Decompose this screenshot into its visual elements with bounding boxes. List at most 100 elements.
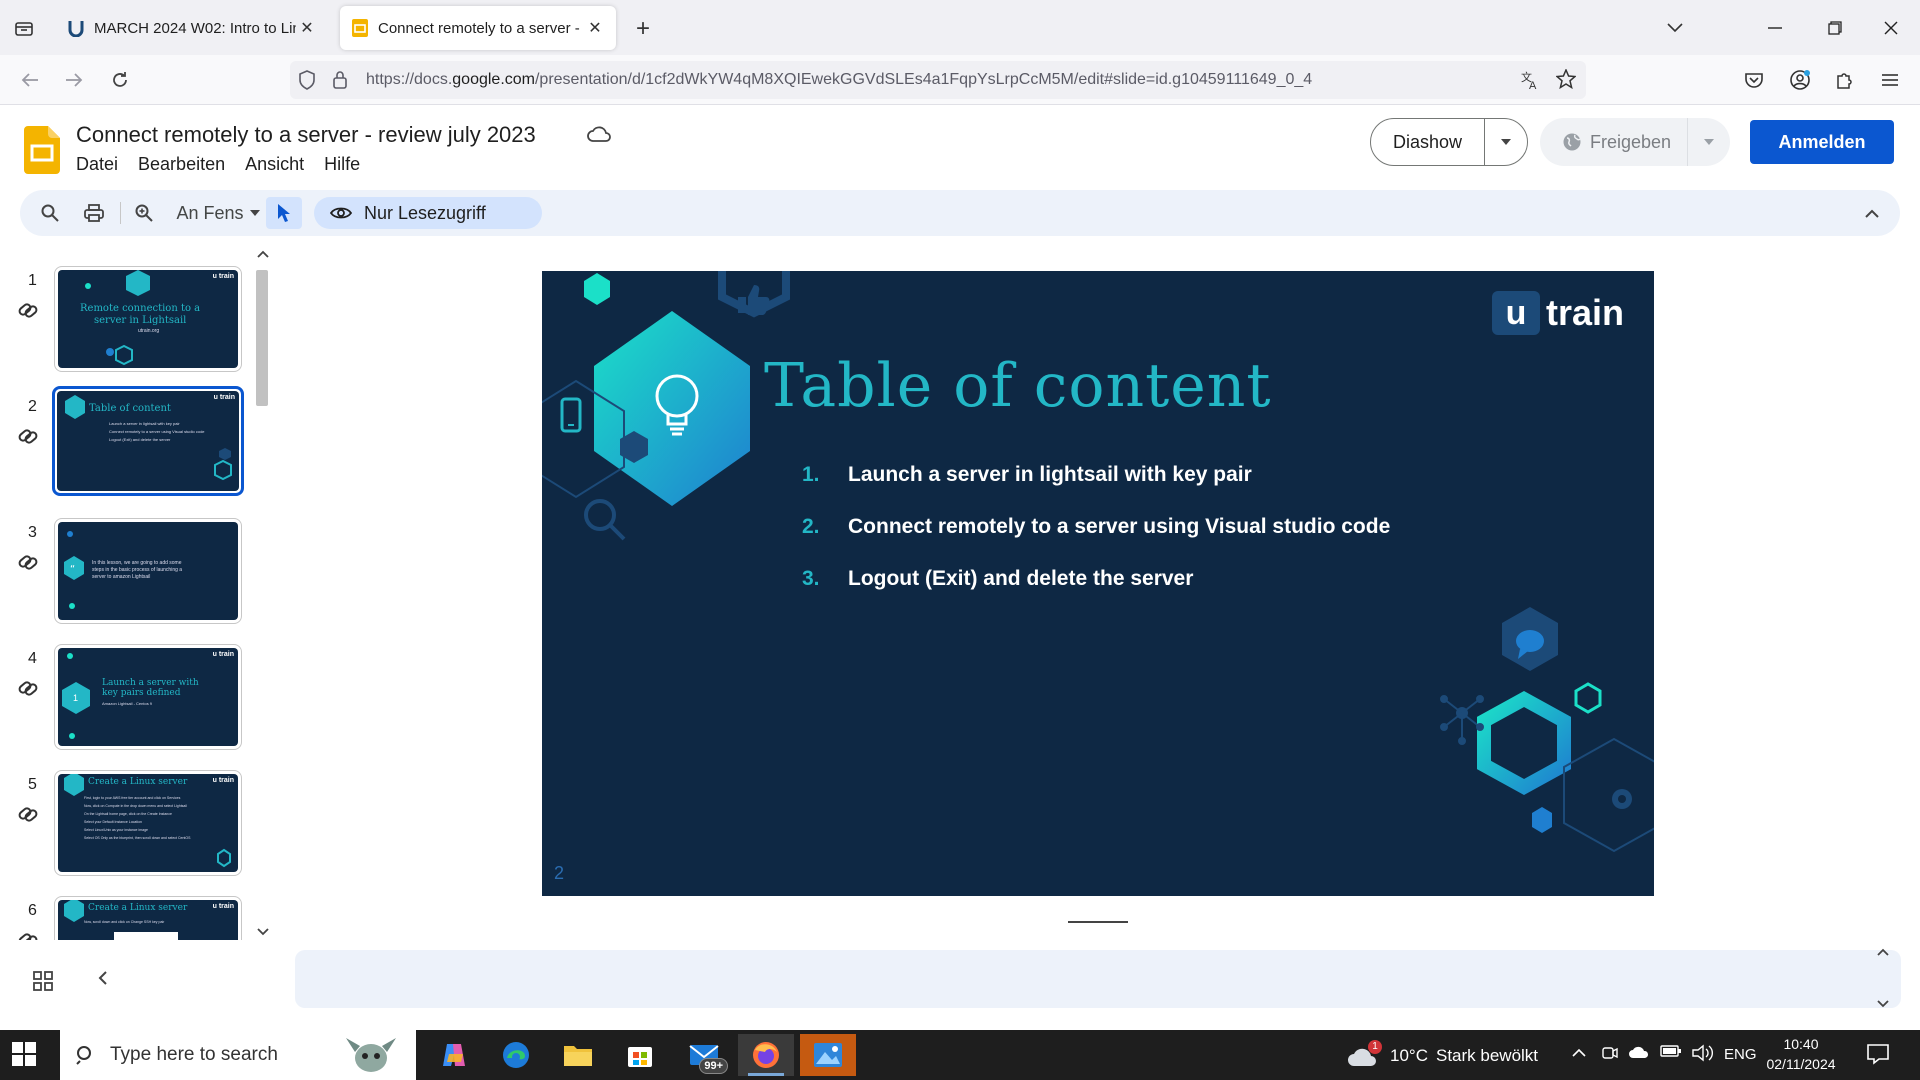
menu-bar: Datei Bearbeiten Ansicht Hilfe [76,154,360,175]
scroll-up-icon [257,250,269,258]
menu-hilfe[interactable]: Hilfe [324,154,360,175]
slide-thumbnail[interactable]: u train Table of content Launch a server… [52,386,244,496]
close-icon[interactable]: ✕ [584,17,606,39]
cloud-weather-icon: 1 [1346,1040,1382,1070]
edge-browser-icon[interactable] [488,1034,544,1076]
slide-thumbnail[interactable]: 1 u train Launch a server with key pairs… [54,644,242,750]
star-bookmark-icon[interactable] [1555,68,1577,94]
slideshow-dropdown-icon[interactable] [1485,139,1527,145]
scroll-down-icon [1877,1000,1889,1008]
browser-tab-linux-course[interactable]: MARCH 2024 W02: Intro to Linu ✕ [56,6,328,50]
extensions-icon[interactable] [1828,64,1860,96]
filmstrip-slide-1[interactable]: 1 u train Remote connection to a server … [0,266,260,378]
notes-resize-handle[interactable] [1068,921,1128,923]
thumb-title: Remote connection to a [80,303,201,314]
document-title[interactable]: Connect remotely to a server - review ju… [76,122,536,148]
thumb-title: Create a Linux server [88,777,188,787]
share-dropdown-icon[interactable] [1688,139,1730,145]
new-tab-button[interactable]: + [628,14,658,44]
account-icon[interactable] [1784,64,1816,96]
browser-tab-slides[interactable]: Connect remotely to a server - r ✕ [340,6,616,50]
slide-number: 4 [28,650,37,667]
cloud-saved-icon[interactable] [586,123,612,145]
minimize-button[interactable] [1760,14,1790,42]
print-icon[interactable] [78,197,110,229]
slide-thumbnail[interactable]: u train Remote connection to a server in… [54,266,242,372]
share-button[interactable]: Freigeben [1540,118,1688,166]
microsoft-store-icon[interactable] [612,1034,668,1076]
windows-start-icon[interactable] [12,1042,38,1068]
firefox-icon[interactable] [738,1034,794,1076]
filmstrip-slide-3[interactable]: 3 “ In this lesson, we are going to add … [0,518,260,630]
utrain-logo-mark: u [1492,291,1540,335]
tray-chevron-up-icon[interactable] [1572,1044,1586,1061]
sign-in-button[interactable]: Anmelden [1750,120,1894,164]
onedrive-icon[interactable] [1628,1044,1650,1066]
filmstrip-slide-2[interactable]: 2 u train Table of content Launch a serv… [0,386,260,504]
link-icon[interactable] [16,550,40,574]
taskbar-search-input[interactable]: Type here to search [60,1030,416,1080]
filmstrip-scroll-thumb[interactable] [256,270,268,406]
filmstrip-slide-6[interactable]: 6 u train Create a Linux server Now, scr… [0,896,260,940]
chevron-up-icon[interactable] [1856,197,1888,229]
tab-list-icon[interactable] [10,14,38,42]
google-slides-logo-icon[interactable] [24,126,60,174]
filmstrip-slide-5[interactable]: 5 u train Create a Linux server First, l… [0,770,260,882]
back-arrow-icon[interactable] [14,64,46,96]
meet-now-icon[interactable] [1602,1044,1618,1066]
link-icon[interactable] [16,928,40,940]
forward-arrow-icon[interactable] [58,64,90,96]
select-cursor-icon[interactable] [266,197,302,229]
notification-center-icon[interactable] [1866,1042,1892,1068]
list-item-text: Launch a server in lightsail with key pa… [848,463,1252,486]
zoom-icon[interactable] [128,197,160,229]
svg-text:“: “ [70,564,75,575]
search-icon[interactable] [34,197,66,229]
read-only-badge[interactable]: Nur Lesezugriff [314,197,542,229]
menu-hamburger-icon[interactable] [1874,64,1906,96]
slide-number: 1 [28,272,37,289]
restore-button[interactable] [1820,14,1850,42]
translate-icon[interactable]: 文A [1520,70,1540,95]
close-icon[interactable]: ✕ [296,17,318,39]
slide-thumbnail[interactable]: u train Create a Linux server Now, scrol… [54,896,242,940]
slideshow-button[interactable]: Diashow [1371,119,1485,165]
slide-thumbnail[interactable]: u train Create a Linux server First, log… [54,770,242,876]
thumb-item: Select Linux/Unix as your instance image [84,828,149,832]
shield-icon[interactable] [298,70,316,95]
url-text[interactable]: https://docs.google.com/presentation/d/1… [366,71,1312,89]
clock[interactable]: 10:40 02/11/2024 [1766,1034,1836,1074]
link-icon[interactable] [16,676,40,700]
copilot-icon[interactable] [426,1034,482,1076]
photos-app-icon[interactable] [800,1034,856,1076]
filmstrip-slide-4[interactable]: 4 1 u train Launch a server with key pai… [0,644,260,756]
chevron-down-icon[interactable] [1660,14,1690,42]
file-explorer-icon[interactable] [550,1034,606,1076]
notes-scrollbar[interactable] [1872,948,1894,1008]
link-icon[interactable] [16,298,40,322]
battery-icon[interactable] [1660,1044,1682,1062]
menu-datei[interactable]: Datei [76,154,118,175]
slide-number: 3 [28,524,37,541]
volume-icon[interactable] [1692,1044,1714,1066]
weather-widget[interactable]: 1 10°C Stark bewölkt [1346,1040,1538,1070]
menu-bearbeiten[interactable]: Bearbeiten [138,154,225,175]
grid-view-icon[interactable] [32,970,58,996]
pocket-icon[interactable] [1738,64,1770,96]
speaker-notes-panel[interactable] [295,950,1901,1008]
slide-thumbnail[interactable]: “ In this lesson, we are going to add so… [54,518,242,624]
link-icon[interactable] [16,802,40,826]
menu-ansicht[interactable]: Ansicht [245,154,304,175]
mail-icon[interactable]: 99+ [676,1034,732,1076]
thumb-title: Launch a server with [102,678,199,688]
thumb-item: Launch a server in lightsail with key pa… [109,421,180,426]
url-bar[interactable]: https://docs.google.com/presentation/d/1… [290,61,1586,99]
zoom-select[interactable]: An Fens [166,197,270,229]
chevron-left-icon[interactable] [96,970,122,996]
reload-icon[interactable] [104,64,136,96]
lock-icon[interactable] [332,70,348,95]
thumb-subtitle: Amazon Lightsail - Centos 9 [102,701,153,706]
language-indicator[interactable]: ENG [1724,1046,1757,1063]
close-window-button[interactable] [1876,14,1906,42]
link-icon[interactable] [16,424,40,448]
